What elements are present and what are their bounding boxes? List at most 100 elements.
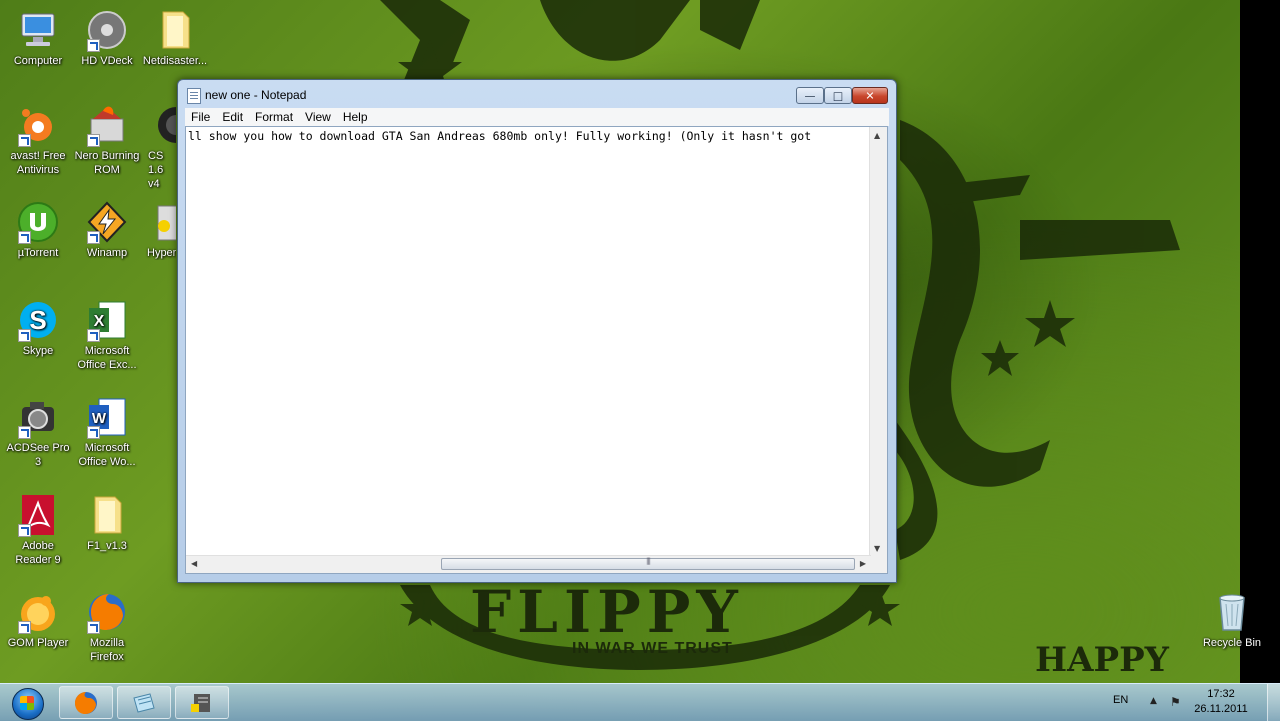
wallpaper-corner-text: HAPPY (1035, 640, 1169, 680)
desktop-icon-acdsee[interactable]: ACDSee Pro 3 (3, 395, 73, 469)
desktop-icon-netdisaster[interactable]: Netdisaster... (140, 8, 210, 68)
taskbar-app-notepad[interactable] (117, 686, 171, 719)
close-icon: ✕ (865, 89, 875, 102)
winamp-icon (85, 200, 129, 244)
recycle-bin-icon (1210, 590, 1254, 634)
window-title: new one - Notepad (205, 88, 307, 102)
clock[interactable]: 17:32 26.11.2011 (1188, 687, 1254, 717)
desktop-icon-label: HD VDeck (81, 55, 133, 67)
desktop-icon-label: Recycle Bin (1202, 637, 1262, 649)
desktop-icon-word[interactable]: W Microsoft Office Wo... (72, 395, 142, 469)
svg-text:S: S (29, 305, 46, 335)
notepad-icon (187, 88, 201, 104)
excel-icon: X (85, 298, 129, 342)
clock-time: 17:32 (1207, 688, 1235, 700)
minimize-button[interactable]: — (796, 87, 824, 104)
windows-logo-icon (20, 696, 34, 710)
desktop-icon-label: Adobe Reader 9 (15, 540, 61, 566)
scroll-up-icon[interactable]: ▲ (874, 131, 880, 140)
folder-icon (153, 8, 197, 52)
menu-view[interactable]: View (299, 109, 337, 125)
text-editor[interactable]: ll show you how to download GTA San Andr… (185, 126, 888, 574)
language-indicator[interactable]: EN (1113, 694, 1128, 706)
clock-date: 26.11.2011 (1194, 703, 1248, 715)
desktop-icon-hd-vdeck[interactable]: HD VDeck (72, 8, 142, 68)
svg-text:X: X (94, 313, 105, 330)
scroll-left-icon[interactable]: ◀ (191, 559, 197, 568)
desktop-icon-label: Hyper (147, 247, 176, 259)
desktop-icon-label: Microsoft Office Wo... (78, 442, 136, 468)
menu-bar: File Edit Format View Help (185, 108, 889, 126)
title-bar[interactable]: new one - Notepad — □ ✕ (178, 80, 896, 108)
taskbar-app-counter-strike[interactable] (175, 686, 229, 719)
counter-strike-icon (191, 694, 210, 712)
firefox-icon (85, 590, 129, 634)
desktop-icon-label: Mozilla Firefox (89, 637, 125, 663)
desktop-icon-winamp[interactable]: Winamp (72, 200, 142, 260)
nero-icon (85, 103, 129, 147)
desktop-icon-computer[interactable]: Computer (3, 8, 73, 68)
word-icon: W (85, 395, 129, 439)
desktop-icon-label: CS 1.6 v4 (148, 150, 164, 190)
desktop-icon-skype[interactable]: S Skype (3, 298, 73, 358)
desktop-icon-avast[interactable]: avast! Free Antivirus (3, 103, 73, 177)
close-button[interactable]: ✕ (852, 87, 888, 104)
wallpaper-headline: FLIPPY (470, 578, 744, 646)
menu-file[interactable]: File (185, 109, 216, 125)
horizontal-scroll-thumb[interactable] (441, 558, 855, 570)
desktop-icon-recycle-bin[interactable]: Recycle Bin (1197, 590, 1267, 650)
editor-content[interactable]: ll show you how to download GTA San Andr… (188, 129, 811, 143)
desktop-icon-label: Skype (22, 345, 54, 357)
desktop-icon-firefox[interactable]: Mozilla Firefox (72, 590, 142, 664)
desktop-icon-label: F1_v1.3 (87, 540, 127, 552)
hyper-icon (154, 200, 176, 244)
action-center-flag-icon[interactable]: ⚑ (1170, 695, 1181, 709)
notepad-window[interactable]: new one - Notepad — □ ✕ File Edit Format Vi… (177, 79, 897, 583)
skype-icon: S (16, 298, 60, 342)
hd-vdeck-icon (85, 8, 129, 52)
desktop-icon-adobe-reader[interactable]: Adobe Reader 9 (3, 493, 73, 567)
desktop-icon-hyper[interactable]: Hyper (140, 200, 176, 260)
menu-help[interactable]: Help (337, 109, 374, 125)
system-tray: EN ▲ ⚑ 17:32 26.11.2011 (1090, 684, 1280, 721)
desktop-icon-label: µTorrent (17, 247, 59, 259)
acdsee-icon (16, 395, 60, 439)
desktop-icon-utorrent[interactable]: µTorrent (3, 200, 73, 260)
screen-edge (1240, 0, 1280, 683)
maximize-button[interactable]: □ (824, 87, 852, 104)
desktop-icon-excel[interactable]: X Microsoft Office Exc... (72, 298, 142, 372)
desktop-icon-label: Computer (13, 55, 63, 67)
show-desktop-button[interactable] (1267, 684, 1280, 721)
adobe-reader-icon (16, 493, 60, 537)
menu-edit[interactable]: Edit (216, 109, 249, 125)
desktop-icon-label: Netdisaster... (142, 55, 208, 67)
wallpaper-tagline: IN WAR WE TRUST (572, 640, 733, 657)
folder-icon (85, 493, 129, 537)
horizontal-scrollbar[interactable]: ◀ ▶ (186, 555, 871, 573)
taskbar-app-firefox[interactable] (59, 686, 113, 719)
menu-format[interactable]: Format (249, 109, 299, 125)
desktop-icon-nero[interactable]: Nero Burning ROM (72, 103, 142, 177)
desktop-icon-label: GOM Player (7, 637, 69, 649)
firefox-icon (75, 692, 97, 714)
scroll-right-icon[interactable]: ▶ (860, 559, 866, 568)
desktop-icon-label: Nero Burning ROM (74, 150, 140, 176)
desktop-icon-label: Microsoft Office Exc... (77, 345, 137, 371)
desktop-icon-label: Winamp (86, 247, 128, 259)
gom-player-icon (16, 590, 60, 634)
start-button[interactable] (4, 685, 50, 720)
avast-icon (16, 103, 60, 147)
scroll-down-icon[interactable]: ▼ (874, 544, 880, 553)
desktop-icon-f1-folder[interactable]: F1_v1.3 (72, 493, 142, 553)
computer-icon (16, 8, 60, 52)
notepad-icon (133, 693, 155, 713)
utorrent-icon (16, 200, 60, 244)
vertical-scrollbar[interactable]: ▲ ▼ (869, 127, 887, 557)
show-hidden-icons-icon[interactable]: ▲ (1150, 696, 1157, 706)
taskbar: EN ▲ ⚑ 17:32 26.11.2011 (0, 683, 1280, 721)
desktop-icon-cs16[interactable]: CS 1.6 v4 (140, 103, 176, 191)
desktop-icon-label: avast! Free Antivirus (10, 150, 66, 176)
counter-strike-icon (154, 103, 176, 147)
desktop-icon-gom-player[interactable]: GOM Player (3, 590, 73, 650)
desktop-icon-label: ACDSee Pro 3 (6, 442, 70, 468)
